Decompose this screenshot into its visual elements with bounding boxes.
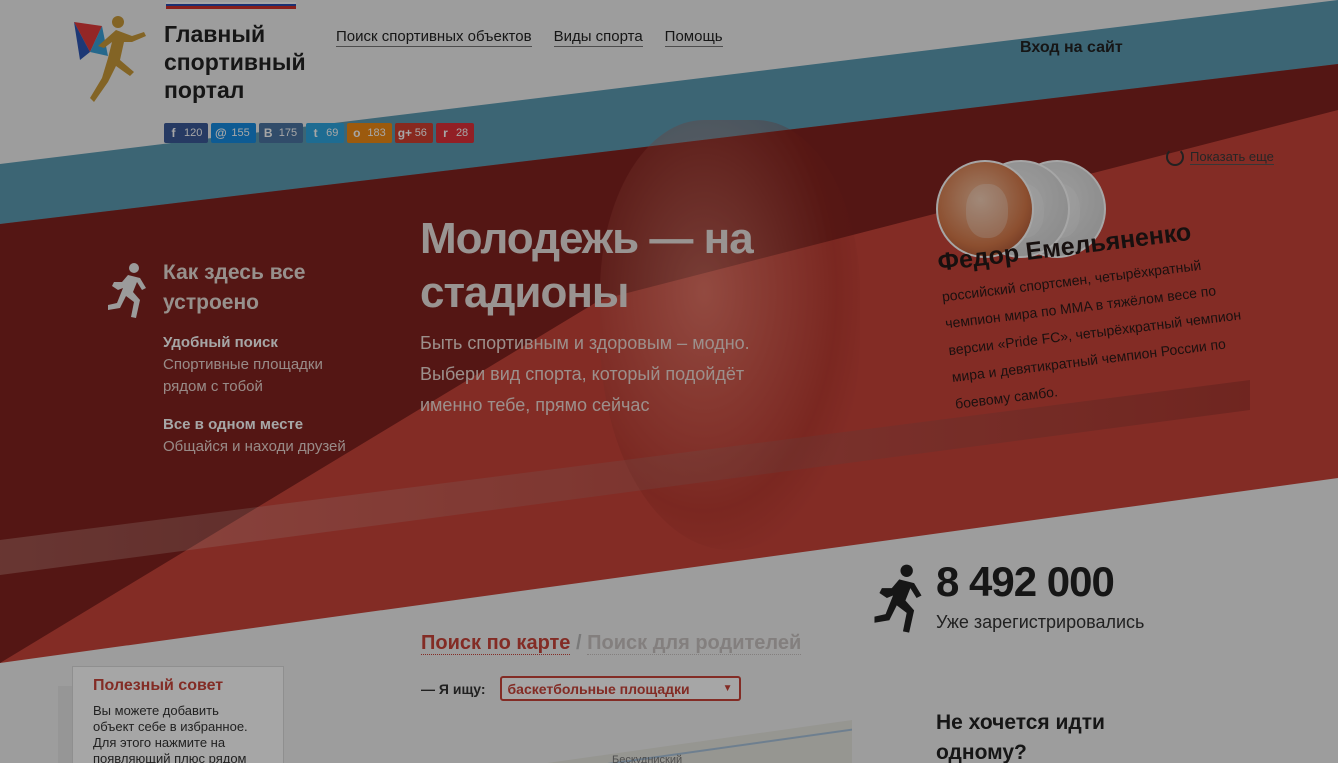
russian-flag-stripe (166, 2, 296, 9)
share-odnoklassniki-button[interactable]: o 183 (347, 123, 392, 143)
search-tabs: Поиск по карте / Поиск для родителей (421, 632, 802, 655)
registered-label: Уже зарегистрировались (936, 612, 1145, 632)
nav-search-objects[interactable]: Поиск спортивных объектов (336, 28, 532, 47)
facility-type-select[interactable]: баскетбольные площадки ▼ (499, 676, 741, 701)
tip-text: Вы можете добавить объект себе в избранн… (93, 703, 248, 763)
search-map[interactable]: Бескудниский (540, 720, 852, 763)
page: Главный спортивный портал Поиск спортивн… (0, 0, 1338, 763)
tab-separator: / (576, 632, 582, 654)
main-nav: Поиск спортивных объектов Виды спорта По… (336, 28, 723, 47)
tip-title: Полезный совет (93, 677, 224, 694)
tab-map-search[interactable]: Поиск по карте (421, 632, 571, 655)
useful-tip-card: Полезный совет Вы можете добавить объект… (72, 666, 284, 763)
feature-text: Спортивные площадки рядом с тобой (163, 356, 323, 395)
feature-community: Все в одном месте Общайся и находи друзе… (163, 414, 363, 458)
site-title[interactable]: Главный спортивный портал (164, 20, 314, 104)
twitter-icon: t (313, 126, 318, 140)
share-count: 28 (455, 127, 469, 139)
share-sport-button[interactable]: r 28 (435, 123, 475, 143)
runner-icon (108, 263, 146, 318)
share-count: 183 (367, 127, 386, 139)
promo-title: Не хочется идти одному? (936, 711, 1105, 763)
odnoklassniki-icon: o (353, 126, 361, 140)
tab-parents-search[interactable]: Поиск для родителей (587, 632, 802, 655)
registered-count: 8 492 000 (936, 558, 1115, 605)
share-googleplus-button[interactable]: g+ 56 (394, 123, 433, 143)
feature-title: Все в одном месте (163, 416, 304, 433)
select-value: баскетбольные площадки (507, 680, 690, 697)
mailru-icon: @ (215, 126, 227, 140)
map-road (541, 727, 852, 763)
hero-title: Молодежь — на стадионы (420, 214, 754, 317)
share-count: 56 (414, 127, 427, 139)
vk-icon: B (263, 126, 273, 140)
googleplus-icon: g+ (397, 126, 413, 140)
feature-title: Удобный поиск (163, 334, 278, 351)
dropdown-arrow-icon: ▼ (722, 683, 733, 694)
share-mailru-button[interactable]: @155 (211, 123, 256, 143)
share-vk-button[interactable]: B 175 (258, 123, 304, 143)
nav-help[interactable]: Помощь (664, 28, 723, 47)
logo-runner-icon[interactable] (72, 12, 152, 108)
map-label: Бескудниский (612, 754, 683, 763)
login-link[interactable]: Вход на сайт (1020, 39, 1123, 57)
runner-icon (874, 564, 922, 633)
share-count: 120 (184, 127, 203, 139)
nav-sports[interactable]: Виды спорта (553, 28, 643, 47)
facebook-icon: f (171, 126, 176, 140)
share-count: 155 (231, 127, 250, 139)
athlete-card: Федор Емельяненко российский спортсмен, … (936, 211, 1255, 417)
show-more-button[interactable]: Показать еще (1166, 148, 1274, 166)
share-facebook-button[interactable]: f 120 (164, 123, 209, 143)
show-more-label: Показать еще (1190, 149, 1274, 165)
seek-label: — Я ищу: (421, 680, 486, 697)
feature-search: Удобный поиск Спортивные площадки рядом … (163, 332, 363, 398)
social-share-bar: f 120 @155 B 175 t 69 o 183 g+ 56 r 28 (164, 123, 475, 143)
share-twitter-button[interactable]: t 69 (306, 123, 345, 143)
runner-icon: r (443, 126, 448, 140)
share-count: 175 (278, 127, 298, 139)
how-title: Как здесь все устроено (163, 261, 306, 314)
share-count: 69 (326, 127, 339, 139)
feature-text: Общайся и находи друзей (163, 438, 346, 455)
hero-subtitle: Быть спортивным и здоровым – модно. Выбе… (420, 333, 750, 415)
search-form: — Я ищу: баскетбольные площадки ▼ (421, 676, 741, 701)
